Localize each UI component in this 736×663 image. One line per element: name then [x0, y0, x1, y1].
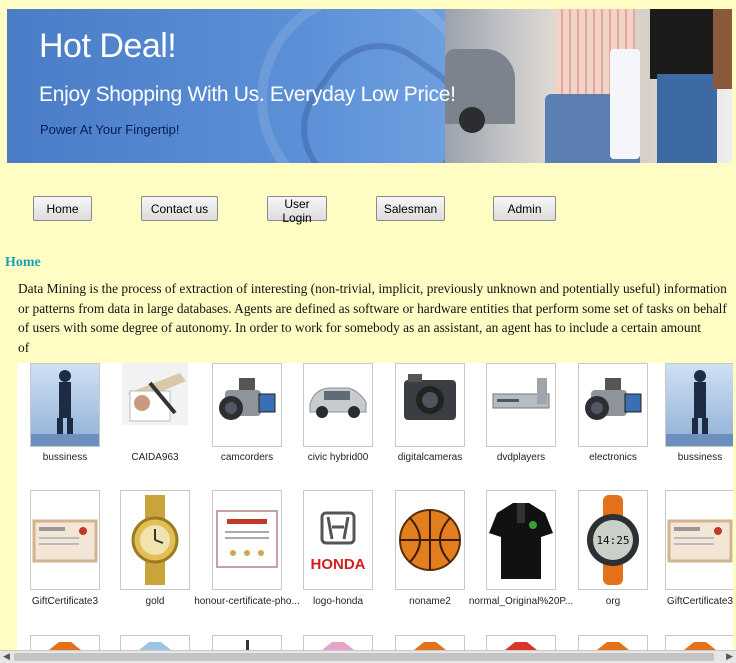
scroll-left-arrow-icon[interactable]: ◀ [3, 652, 10, 662]
business-man-icon [665, 363, 733, 447]
product-item[interactable]: CAIDA963 [120, 363, 190, 463]
product-item[interactable]: civic hybrid00 [303, 363, 373, 463]
product-item[interactable]: electronics [578, 363, 648, 463]
red-shirt-icon [486, 635, 556, 650]
blue-shirt-icon [120, 635, 190, 650]
honda-logo-icon: HONDA [303, 490, 373, 590]
watch-display-text: 14:25 [596, 534, 629, 547]
gift-certificate-icon [665, 490, 733, 590]
home-button[interactable]: Home [33, 196, 92, 221]
banner-tagline: Enjoy Shopping With Us. Everyday Low Pri… [39, 83, 456, 106]
pen-writing-icon [120, 363, 188, 445]
admin-button[interactable]: Admin [493, 196, 556, 221]
orange-shirt-icon [665, 635, 733, 650]
product-item[interactable] [30, 635, 100, 650]
user-login-button[interactable]: User Login [267, 196, 327, 225]
product-item[interactable] [578, 635, 648, 650]
scrollbar-thumb[interactable] [14, 653, 714, 661]
car-icon [303, 363, 373, 447]
camera-icon [395, 363, 465, 447]
product-item[interactable]: bussiness [30, 363, 100, 463]
contact-us-button[interactable]: Contact us [141, 196, 218, 221]
honda-logo-text: HONDA [311, 556, 366, 573]
camcorder-icon [578, 363, 648, 447]
product-label[interactable]: GiftCertificate3 [645, 596, 733, 607]
camcorder-icon [212, 363, 282, 447]
product-item[interactable] [303, 635, 373, 650]
product-gallery: bussiness CAIDA963 camcorders civic hybr… [17, 363, 733, 650]
business-man-icon [30, 363, 100, 447]
product-item[interactable]: GiftCertificate3 [30, 490, 100, 607]
orange-shirt-icon [578, 635, 648, 650]
product-item[interactable]: normal_Original%20P... [469, 490, 573, 607]
polo-shirt-icon [486, 490, 556, 590]
banner-photo [445, 9, 732, 163]
page-heading: Home [5, 255, 41, 270]
header-banner: Hot Deal! Enjoy Shopping With Us. Everyd… [7, 9, 732, 163]
product-item[interactable]: honour-certificate-pho... [194, 490, 300, 607]
banner-title: Hot Deal! [39, 27, 177, 65]
product-item[interactable]: camcorders [212, 363, 282, 463]
pen-icon [212, 635, 282, 650]
description-text: Data Mining is the process of extraction… [18, 279, 730, 357]
dvd-player-icon [486, 363, 556, 447]
product-item[interactable] [665, 635, 733, 650]
product-item[interactable]: noname2 [395, 490, 465, 607]
product-item[interactable]: gold [120, 490, 190, 607]
product-item[interactable] [120, 635, 190, 650]
product-item[interactable]: GiftCertificate3 [665, 490, 733, 607]
salesman-button[interactable]: Salesman [376, 196, 445, 221]
orange-shirt-icon [395, 635, 465, 650]
gift-certificate-icon [30, 490, 100, 590]
product-label[interactable]: bussiness [645, 452, 733, 463]
product-item[interactable]: digitalcameras [395, 363, 465, 463]
horizontal-scrollbar[interactable]: ◀ ▶ [0, 650, 736, 663]
product-item[interactable]: 14:25 org [578, 490, 648, 607]
product-item[interactable] [486, 635, 556, 650]
description-tail: of [18, 339, 30, 355]
pink-shirt-icon [303, 635, 373, 650]
gold-watch-icon [120, 490, 190, 590]
product-item[interactable]: HONDA logo-honda [303, 490, 373, 607]
digital-watch-icon: 14:25 [578, 490, 648, 590]
product-item[interactable] [395, 635, 465, 650]
basketball-icon [395, 490, 465, 590]
scroll-right-arrow-icon[interactable]: ▶ [726, 652, 733, 662]
certificate-icon [212, 490, 282, 590]
banner-subtitle: Power At Your Fingertip! [40, 122, 180, 137]
product-item[interactable]: bussiness [665, 363, 733, 463]
description-body: Data Mining is the process of extraction… [18, 281, 727, 336]
product-item[interactable]: dvdplayers [486, 363, 556, 463]
product-item[interactable] [212, 635, 282, 650]
orange-shirt-icon [30, 635, 100, 650]
